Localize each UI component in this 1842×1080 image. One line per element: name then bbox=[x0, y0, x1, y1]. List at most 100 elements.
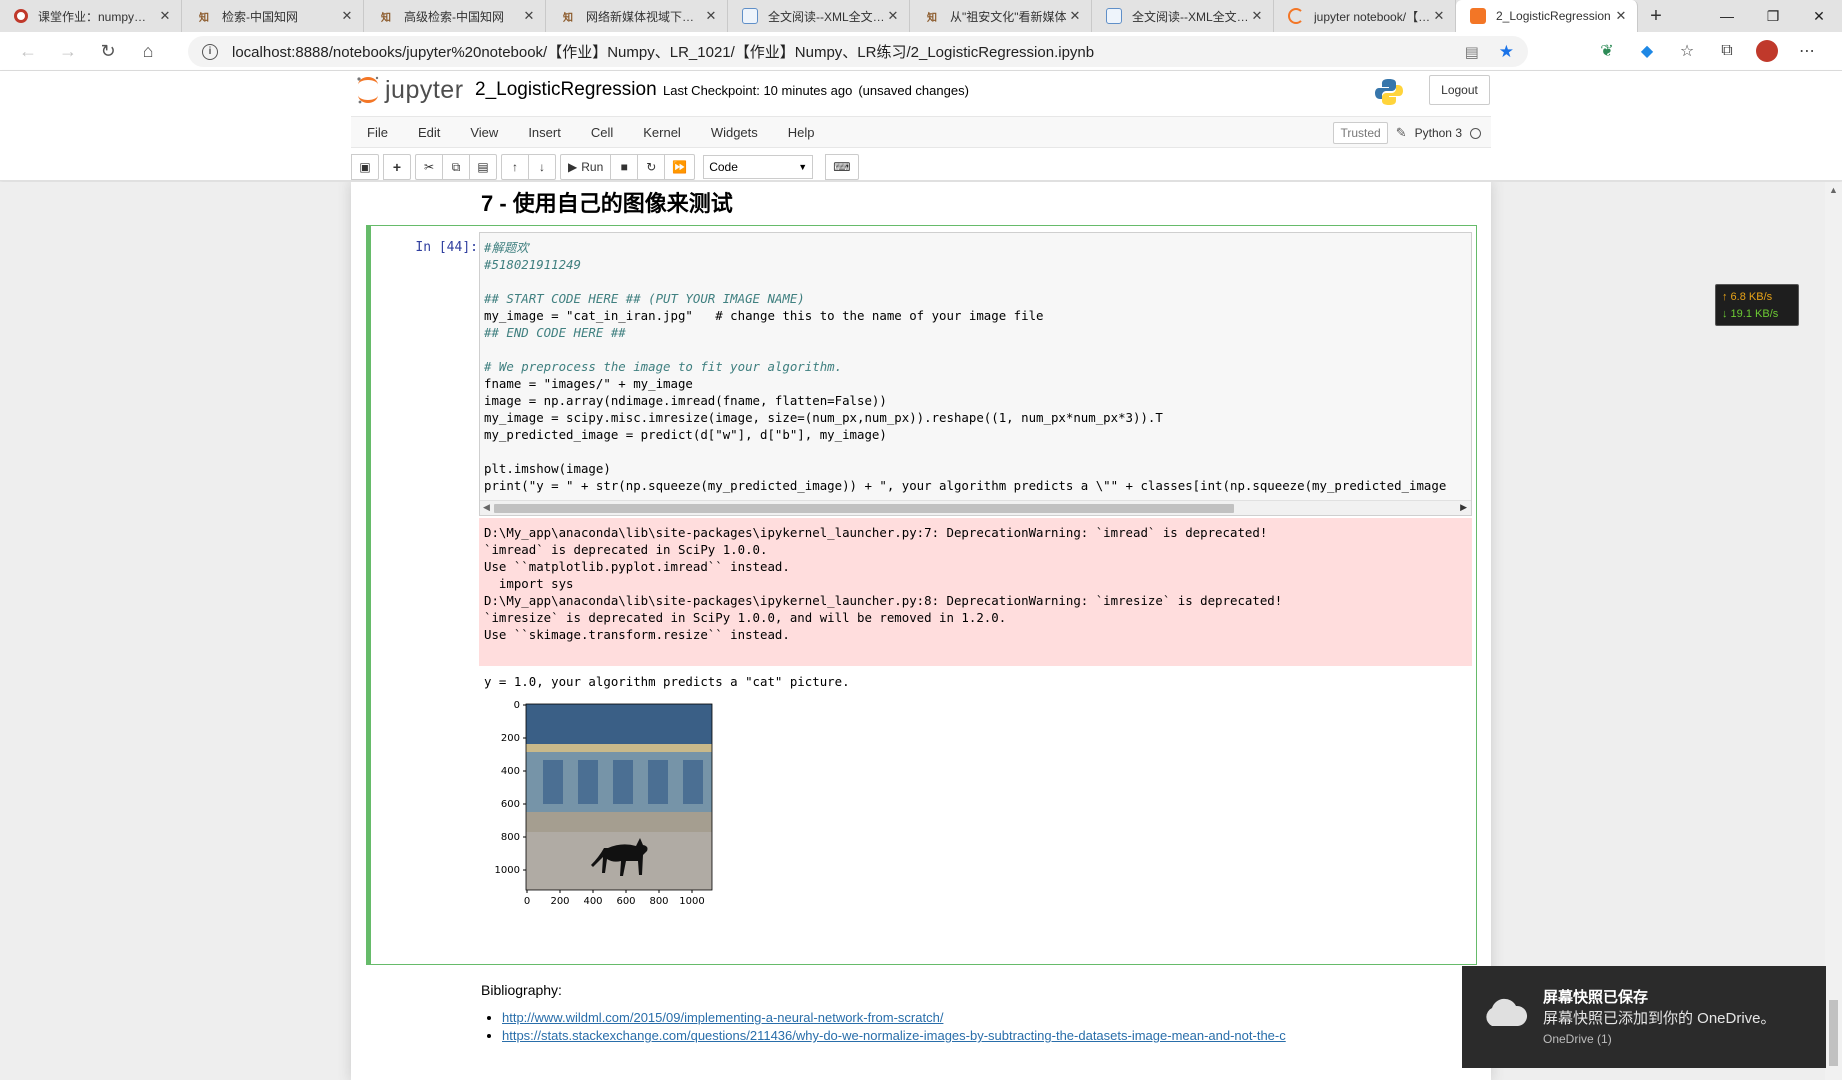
logout-button[interactable]: Logout bbox=[1429, 75, 1490, 105]
scissors-icon: ✂ bbox=[423, 160, 435, 174]
code-editor[interactable]: #解题欢 #518021911249 ## START CODE HERE ##… bbox=[479, 232, 1472, 516]
run-button[interactable]: ▶ Run bbox=[560, 154, 612, 180]
code-line: #518021911249 bbox=[484, 257, 581, 272]
avatar[interactable] bbox=[1754, 38, 1780, 64]
save-button[interactable]: ▣ bbox=[351, 154, 379, 180]
kernel-name[interactable]: Python 3 bbox=[1415, 126, 1462, 140]
minimize-button[interactable]: — bbox=[1704, 0, 1750, 32]
close-icon[interactable]: ✕ bbox=[157, 8, 173, 24]
toast-source: OneDrive (1) bbox=[1543, 1032, 1612, 1046]
menu-cell[interactable]: Cell bbox=[576, 125, 628, 140]
command-palette-button[interactable]: ⌨ bbox=[825, 154, 859, 180]
refresh-button[interactable]: ↻ bbox=[88, 32, 128, 71]
close-icon[interactable]: ✕ bbox=[1067, 8, 1083, 24]
copy-button[interactable]: ⧉ bbox=[442, 154, 470, 180]
extension-leaf-icon[interactable]: ❦ bbox=[1594, 38, 1620, 64]
plot-y-axis: 0 200 400 600 800 1000 bbox=[495, 700, 526, 876]
browser-tab-2[interactable]: 知 检索-中国知网 ✕ bbox=[182, 0, 364, 32]
close-icon[interactable]: ✕ bbox=[1431, 8, 1447, 24]
collections-icon[interactable]: ⧉ bbox=[1714, 38, 1740, 64]
extension-shield-icon[interactable]: ◆ bbox=[1634, 38, 1660, 64]
interrupt-button[interactable]: ■ bbox=[610, 154, 639, 180]
menu-file[interactable]: File bbox=[351, 125, 403, 140]
more-menu-icon[interactable]: ⋯ bbox=[1794, 38, 1820, 64]
jupyter-logo-icon bbox=[357, 76, 379, 104]
cell-type-select[interactable]: Code ▼ bbox=[703, 155, 814, 179]
bibliography-link[interactable]: http://www.wildml.com/2015/09/implementi… bbox=[502, 1010, 943, 1025]
browser-tab-3[interactable]: 知 高级检索-中国知网 ✕ bbox=[364, 0, 546, 32]
close-icon[interactable]: ✕ bbox=[339, 8, 355, 24]
code-cell[interactable]: In [44]: #解题欢 #518021911249 ## START COD… bbox=[366, 225, 1477, 965]
url-field[interactable]: i localhost:8888/notebooks/jupyter%20not… bbox=[188, 36, 1528, 67]
x-tick-label: 800 bbox=[649, 896, 668, 907]
bibliography-link[interactable]: https://stats.stackexchange.com/question… bbox=[502, 1028, 1286, 1043]
notebook-name[interactable]: 2_LogisticRegression bbox=[475, 79, 657, 101]
restart-button[interactable]: ↻ bbox=[637, 154, 666, 180]
y-tick-label: 200 bbox=[501, 733, 520, 744]
favorites-icon[interactable]: ☆ bbox=[1674, 38, 1700, 64]
insert-cell-button[interactable]: + bbox=[383, 154, 411, 180]
code-line: fname = "images/" + my_image bbox=[484, 376, 693, 391]
back-button[interactable]: ← bbox=[8, 32, 48, 71]
menu-edit[interactable]: Edit bbox=[403, 125, 455, 140]
scrollbar-thumb[interactable] bbox=[494, 504, 1234, 513]
x-tick-label: 1000 bbox=[679, 896, 704, 907]
stderr-output: D:\My_app\anaconda\lib\site-packages\ipy… bbox=[479, 518, 1472, 666]
tab-title: 课堂作业：numpy基础 bbox=[38, 9, 157, 24]
close-window-button[interactable]: ✕ bbox=[1796, 0, 1842, 32]
save-icon: ▣ bbox=[359, 160, 371, 174]
code-horizontal-scrollbar[interactable]: ◀ ▶ bbox=[480, 500, 1471, 515]
tab-title: 高级检索-中国知网 bbox=[404, 9, 504, 24]
maximize-button[interactable]: ❐ bbox=[1750, 0, 1796, 32]
close-icon[interactable]: ✕ bbox=[1613, 8, 1629, 24]
browser-tab-8[interactable]: jupyter notebook/【作业】 ✕ bbox=[1274, 0, 1456, 32]
scrollbar-thumb[interactable] bbox=[1829, 1000, 1838, 1066]
jupyter-logo[interactable]: jupyter bbox=[355, 75, 464, 105]
cat-photo-image bbox=[526, 704, 712, 890]
trusted-badge[interactable]: Trusted bbox=[1333, 122, 1388, 144]
move-down-button[interactable]: ↓ bbox=[528, 154, 556, 180]
browser-tab-5[interactable]: 全文阅读--XML全文阅读 ✕ bbox=[728, 0, 910, 32]
browser-tab-4[interactable]: 知 网络新媒体视域下高校 ✕ bbox=[546, 0, 728, 32]
info-icon[interactable]: i bbox=[202, 43, 218, 60]
cut-button[interactable]: ✂ bbox=[415, 154, 443, 180]
favorite-star-icon[interactable]: ★ bbox=[1499, 42, 1514, 62]
browser-tab-7[interactable]: 全文阅读--XML全文阅读 ✕ bbox=[1092, 0, 1274, 32]
scroll-left-icon[interactable]: ◀ bbox=[483, 502, 490, 513]
reader-mode-icon[interactable]: ▤ bbox=[1465, 43, 1479, 61]
x-tick-label: 600 bbox=[616, 896, 635, 907]
forward-button[interactable]: → bbox=[48, 32, 88, 71]
document-icon bbox=[1106, 8, 1122, 24]
scroll-up-icon[interactable]: ▲ bbox=[1829, 185, 1838, 195]
browser-tab-6[interactable]: 知 从"祖安文化"看新媒体 ✕ bbox=[910, 0, 1092, 32]
pencil-icon[interactable]: ✎ bbox=[1396, 125, 1407, 141]
browser-tab-1[interactable]: 课堂作业：numpy基础 ✕ bbox=[0, 0, 182, 32]
menu-widgets[interactable]: Widgets bbox=[696, 125, 773, 140]
jupyter-header: jupyter 2_LogisticRegression Last Checkp… bbox=[0, 71, 1842, 181]
browser-tab-active[interactable]: 2_LogisticRegression ✕ bbox=[1456, 0, 1638, 32]
home-button[interactable]: ⌂ bbox=[128, 32, 168, 71]
document-icon bbox=[742, 8, 758, 24]
restart-run-all-button[interactable]: ⏩ bbox=[664, 154, 696, 180]
scroll-right-icon[interactable]: ▶ bbox=[1460, 502, 1467, 513]
menu-help[interactable]: Help bbox=[773, 125, 830, 140]
close-icon[interactable]: ✕ bbox=[703, 8, 719, 24]
close-icon[interactable]: ✕ bbox=[1249, 8, 1265, 24]
y-tick-label: 600 bbox=[501, 799, 520, 810]
menu-insert[interactable]: Insert bbox=[513, 125, 576, 140]
close-icon[interactable]: ✕ bbox=[521, 8, 537, 24]
address-bar: ← → ↻ ⌂ i localhost:8888/notebooks/jupyt… bbox=[0, 32, 1842, 71]
move-up-button[interactable]: ↑ bbox=[501, 154, 529, 180]
kernel-idle-indicator bbox=[1470, 127, 1481, 139]
code-line: my_image = "cat_in_iran.jpg" # change th… bbox=[484, 308, 1044, 323]
new-tab-button[interactable]: + bbox=[1638, 0, 1674, 32]
markdown-heading[interactable]: 7 - 使用自己的图像来测试 bbox=[481, 186, 733, 218]
close-icon[interactable]: ✕ bbox=[885, 8, 901, 24]
menu-view[interactable]: View bbox=[455, 125, 513, 140]
onedrive-toast[interactable]: 屏幕快照已保存 屏幕快照已添加到你的 OneDrive。 OneDrive (1… bbox=[1462, 966, 1826, 1068]
paste-button[interactable]: ▤ bbox=[469, 154, 497, 180]
notebook-toolbar: ▣ + ✂ ⧉ ▤ ↑ ↓ ▶ Run ■ ↻ ⏩ Code ▼ ⌨ bbox=[351, 154, 859, 180]
toast-body: 屏幕快照已添加到你的 OneDrive。 bbox=[1543, 1010, 1776, 1027]
page-vertical-scrollbar[interactable]: ▲ bbox=[1825, 182, 1842, 1080]
menu-kernel[interactable]: Kernel bbox=[628, 125, 696, 140]
